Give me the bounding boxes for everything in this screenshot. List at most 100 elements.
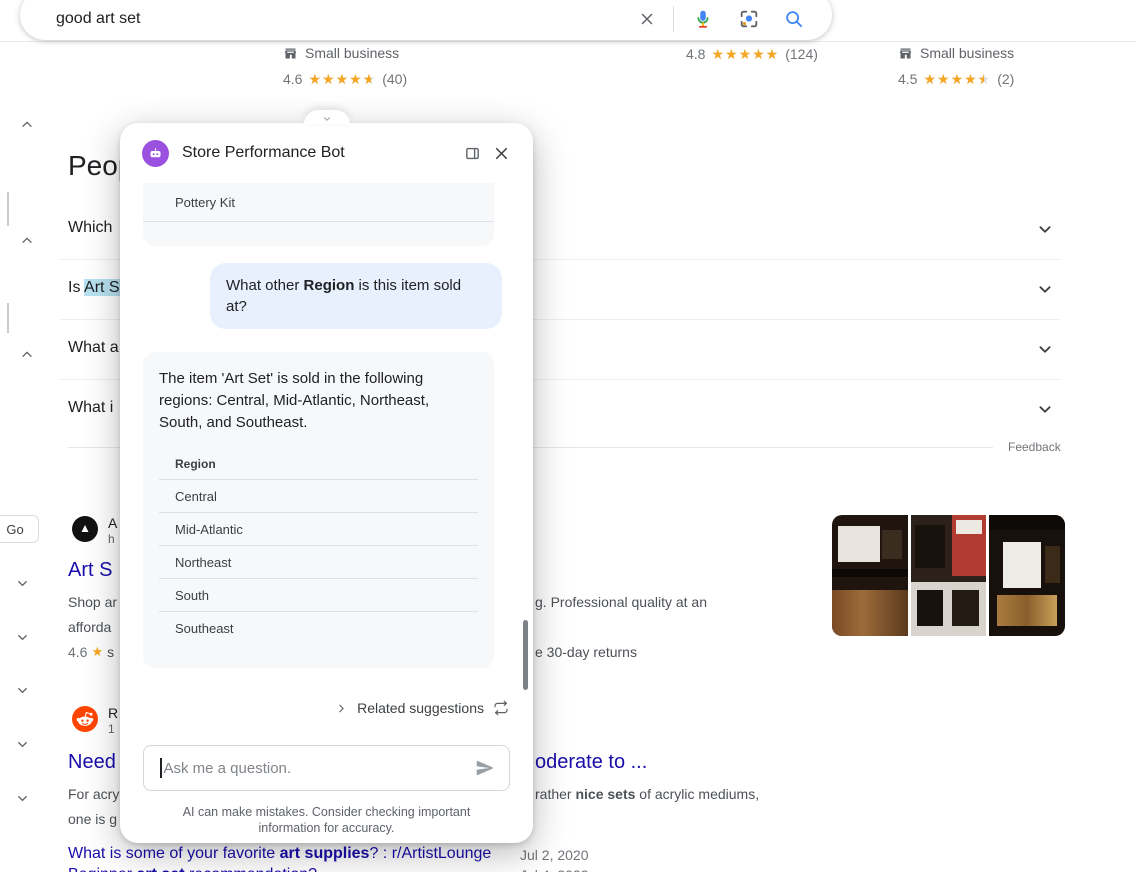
expand-question-button[interactable] [1027, 331, 1063, 367]
result-snippet: For acry [68, 786, 120, 802]
star-icon: ★ [91, 644, 104, 659]
result-title-link[interactable]: Beginner art set recommendation? ... [68, 866, 335, 872]
table-row: Central [159, 480, 478, 513]
result-rating-value: 4.6 [68, 644, 88, 660]
link-text: Beginner [68, 866, 137, 872]
result-title-link[interactable]: Need [68, 751, 116, 774]
link-text: What is some of your favorite [68, 845, 280, 862]
collapse-up-icon[interactable] [19, 233, 35, 254]
result-title-link[interactable]: What is some of your favorite art suppli… [68, 845, 491, 863]
chat-area: Pottery Kit What other Region is this it… [120, 183, 533, 836]
paa-question[interactable]: Is Art S [68, 279, 120, 297]
collapse-up-icon[interactable] [19, 347, 35, 368]
expand-question-button[interactable] [1027, 211, 1063, 247]
question-input[interactable]: Ask me a question. [143, 745, 510, 791]
paa-question[interactable]: What a [68, 339, 119, 357]
link-text: recommendation? ... [185, 866, 335, 872]
dialog-header: Store Performance Bot [120, 123, 533, 183]
related-suggestions-button[interactable]: Related suggestions [143, 698, 509, 718]
answer-line: The item 'Art Set' is sold in the follow… [159, 370, 424, 387]
open-side-panel-icon[interactable] [464, 145, 481, 162]
search-bar[interactable]: good art set [20, 0, 832, 40]
disclaimer-line: information for accuracy. [258, 821, 395, 835]
highlighted-text: Art S [84, 279, 120, 296]
cut-panel-border [7, 192, 9, 226]
result-snippet: rather nice sets of acrylic mediums, [535, 786, 759, 802]
dialog-title: Store Performance Bot [182, 144, 345, 161]
snippet-text: rather [535, 786, 576, 802]
site-name-fragment: A [108, 515, 118, 531]
expand-down-icon[interactable] [15, 576, 30, 596]
expand-down-icon[interactable] [15, 683, 30, 703]
paa-question[interactable]: What i [68, 399, 113, 417]
collapse-up-icon[interactable] [19, 117, 35, 138]
collapse-handle[interactable] [303, 110, 350, 124]
message-text: What other [226, 277, 304, 294]
small-business-badge: Small business [283, 45, 399, 61]
google-lens-icon[interactable] [726, 8, 772, 30]
dialog-scrollbar[interactable] [523, 620, 528, 690]
user-message-bubble: What other Region is this item sold at? [210, 263, 502, 329]
site-url-fragment: h [108, 532, 115, 546]
site-name-fragment: R [108, 705, 119, 721]
expand-down-icon[interactable] [15, 737, 30, 757]
expand-question-button[interactable] [1027, 391, 1063, 427]
input-placeholder: Ask me a question. [163, 759, 292, 777]
table-row: Southeast [175, 621, 234, 636]
robot-icon [150, 147, 161, 157]
result-title-link[interactable]: Art S [68, 559, 112, 582]
table-header: Region [159, 448, 478, 480]
search-input[interactable]: good art set [56, 10, 627, 28]
cut-panel-border [7, 303, 9, 333]
refresh-suggestions-icon[interactable] [493, 700, 509, 716]
table-row: Mid-Atlantic [159, 513, 478, 546]
answer-line: South, and Southeast. [159, 414, 308, 431]
rating-count: (2) [997, 71, 1015, 87]
related-suggestions-label: Related suggestions [357, 700, 484, 716]
search-icon[interactable] [772, 8, 816, 30]
expand-question-button[interactable] [1027, 271, 1063, 307]
badge-label: Small business [305, 45, 400, 61]
link-text: ? : r/ArtistLounge [369, 845, 492, 862]
bot-answer-text: The item 'Art Set' is sold in the follow… [159, 368, 478, 434]
link-bold: art supplies [279, 845, 370, 862]
link-bold: art set [137, 866, 185, 872]
clear-search-icon[interactable] [627, 10, 667, 28]
product-image-3[interactable] [989, 515, 1065, 636]
send-icon[interactable] [475, 758, 495, 778]
expand-down-icon[interactable] [15, 630, 30, 650]
table-row: South [159, 579, 478, 612]
rating-row: 4.5 ★★★★★★★★★★ (2) [898, 71, 1014, 87]
rating-row: 4.8 ★★★★★ ★★★★★ (124) [686, 46, 818, 62]
storefront-icon [899, 48, 912, 58]
store-performance-bot-dialog: Store Performance Bot Pottery Kit What o… [120, 110, 533, 843]
paa-question[interactable]: Which [68, 219, 112, 237]
expand-down-icon[interactable] [15, 791, 30, 811]
go-button[interactable]: Go [0, 515, 39, 543]
region-table: Region Central Mid-Atlantic Northeast So… [159, 448, 478, 645]
go-button-label: Go [6, 521, 24, 537]
result-image-group [832, 515, 1065, 636]
result-snippet: e 30-day returns [535, 644, 637, 660]
message-text: is this item sold [354, 277, 462, 294]
feedback-link[interactable]: Feedback [1008, 440, 1061, 454]
table-row: Pottery Kit [143, 183, 494, 222]
badge-label: Small business [920, 45, 1015, 61]
rating-count: (40) [382, 71, 408, 87]
message-text: at? [226, 298, 247, 315]
product-image-2[interactable] [910, 515, 987, 636]
paa-question-text: Is [68, 279, 85, 296]
product-image-1[interactable] [832, 515, 908, 636]
result-date: Jul 4, 2022 [520, 867, 589, 872]
disclaimer-line: AI can make mistakes. Consider checking … [182, 805, 471, 819]
reddit-icon [72, 706, 98, 737]
result-rating-line: 4.6 ★ s [68, 644, 114, 660]
close-icon[interactable] [492, 144, 511, 163]
text-caret [160, 758, 162, 778]
star-rating: ★★★★★★★★★★ [308, 71, 377, 87]
voice-search-icon[interactable] [680, 8, 726, 30]
result-title-link[interactable]: oderate to ... [535, 751, 647, 774]
chevron-right-icon [339, 704, 344, 712]
result-date: Jul 2, 2020 [520, 847, 589, 863]
message-bold: Region [303, 277, 355, 294]
